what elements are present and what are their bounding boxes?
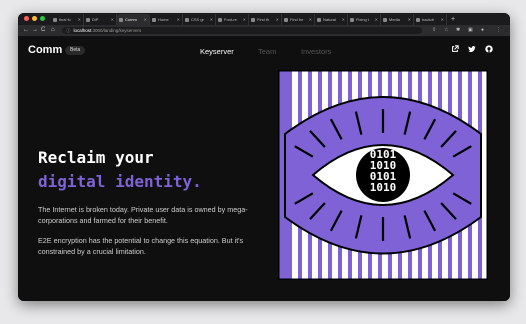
url-path: :3000/landing/keyservers (91, 28, 142, 33)
favicon-icon (218, 17, 222, 22)
browser-tab[interactable]: Font-re ✕ (216, 14, 249, 25)
browser-tab-label: backdr (422, 17, 435, 22)
close-tab-icon[interactable]: ✕ (375, 17, 378, 22)
binary-row: 1010 (370, 181, 397, 194)
browser-tab-label: Find th (257, 17, 270, 22)
back-button[interactable]: ← (23, 25, 29, 36)
browser-window: final fo ✕ DiP ✕ Comm ✕ Home ✕ CSS gr ✕ Font-re ✕ Fi… (18, 13, 510, 301)
browser-tab[interactable]: Fixing t ✕ (348, 14, 381, 25)
reload-button[interactable]: C (41, 25, 45, 36)
browser-tab[interactable]: CSS gr ✕ (183, 14, 216, 25)
browser-tab[interactable]: final fo ✕ (51, 14, 84, 25)
browser-tab[interactable]: Home ✕ (150, 14, 183, 25)
github-icon[interactable] (484, 45, 494, 55)
browser-tab[interactable]: Natural ✕ (315, 14, 348, 25)
browser-tab-label: Media (389, 17, 400, 22)
bookmark-star-icon[interactable]: ☆ (444, 25, 448, 36)
close-tab-icon[interactable]: ✕ (342, 17, 345, 22)
favicon-icon (185, 17, 189, 22)
favicon-icon (350, 17, 354, 22)
info-icon[interactable]: ⓘ (66, 28, 71, 33)
close-tab-icon[interactable]: ✕ (408, 17, 411, 22)
browser-tab-label: CSS gr (191, 17, 204, 22)
url-host: localhost (73, 28, 92, 33)
favicon-icon (119, 17, 123, 22)
hero-headline-line-1: Reclaim your (38, 148, 154, 167)
hero-headline-line-2: digital identity. (38, 172, 202, 191)
maximize-window-button[interactable] (40, 16, 45, 21)
browser-tab[interactable]: Media ✕ (381, 14, 414, 25)
browser-tab-label: Font-re (224, 17, 237, 22)
close-tab-icon[interactable]: ✕ (78, 17, 81, 22)
browser-tab-label: Fixing t (356, 17, 369, 22)
browser-tab[interactable]: Find th ✕ (249, 14, 282, 25)
browser-tab-label: DiP (92, 17, 99, 22)
hero-paragraph-2: E2E encryption has the potential to chan… (38, 236, 244, 256)
beta-badge: Beta (65, 46, 86, 55)
close-tab-icon[interactable]: ✕ (210, 17, 213, 22)
browser-tab[interactable]: Find be ✕ (282, 14, 315, 25)
close-tab-icon[interactable]: ✕ (144, 17, 147, 22)
minimize-window-button[interactable] (32, 16, 37, 21)
close-tab-icon[interactable]: ✕ (177, 17, 180, 22)
hero-paragraph-1: The Internet is broken today. Private us… (38, 205, 248, 225)
url-input[interactable]: ⓘ localhost:3000/landing/keyservers (62, 27, 422, 34)
browser-tab[interactable]: backdr ✕ (414, 14, 447, 25)
favicon-icon (416, 17, 420, 22)
tabs: final fo ✕ DiP ✕ Comm ✕ Home ✕ CSS gr ✕ Font-re ✕ Fi… (51, 14, 455, 25)
nav-investors[interactable]: Investors (301, 47, 331, 56)
forward-button[interactable]: → (32, 25, 38, 36)
comm-logo[interactable]: Comm (28, 44, 62, 56)
browser-tab-label: Natural (323, 17, 336, 22)
comm-landing-page: Comm Beta Keyserver Team Investors Recla… (18, 37, 510, 301)
extensions-icon[interactable]: ✱ (456, 25, 460, 36)
binary-digits: 0101101001011010 (370, 148, 397, 194)
browser-tab-label: Comm (125, 17, 137, 22)
nav-keyserver[interactable]: Keyserver (200, 47, 234, 56)
browser-tab-label: final fo (59, 17, 71, 22)
browser-tab-label: Home (158, 17, 169, 22)
profile-avatar[interactable]: ● (481, 25, 484, 36)
home-button[interactable]: ⌂ (51, 25, 55, 36)
new-tab-button[interactable]: + (447, 14, 455, 25)
menu-icon[interactable]: ⋮ (496, 25, 501, 36)
close-window-button[interactable] (24, 16, 29, 21)
close-tab-icon[interactable]: ✕ (276, 17, 279, 22)
favicon-icon (152, 17, 156, 22)
share-icon[interactable]: ⇪ (432, 25, 436, 36)
close-tab-icon[interactable]: ✕ (111, 17, 114, 22)
twitter-icon[interactable] (467, 45, 477, 55)
sidebar-icon[interactable]: ▣ (468, 25, 473, 36)
favicon-icon (251, 17, 255, 22)
browser-tab[interactable]: DiP ✕ (84, 14, 117, 25)
window-controls (24, 16, 45, 21)
external-link-icon[interactable] (450, 45, 460, 55)
browser-tab[interactable]: Comm ✕ (117, 14, 150, 25)
eye-illustration: 0101101001011010 (278, 70, 488, 280)
favicon-icon (383, 17, 387, 22)
tab-strip: final fo ✕ DiP ✕ Comm ✕ Home ✕ CSS gr ✕ Font-re ✕ Fi… (18, 13, 510, 25)
close-tab-icon[interactable]: ✕ (441, 17, 444, 22)
favicon-icon (317, 17, 321, 22)
address-bar: ← → C ⌂ ⓘ localhost:3000/landing/keyserve… (18, 25, 510, 37)
favicon-icon (284, 17, 288, 22)
close-tab-icon[interactable]: ✕ (309, 17, 312, 22)
browser-tab-label: Find be (290, 17, 304, 22)
favicon-icon (53, 17, 57, 22)
favicon-icon (86, 17, 90, 22)
nav-team[interactable]: Team (258, 47, 276, 56)
close-tab-icon[interactable]: ✕ (243, 17, 246, 22)
